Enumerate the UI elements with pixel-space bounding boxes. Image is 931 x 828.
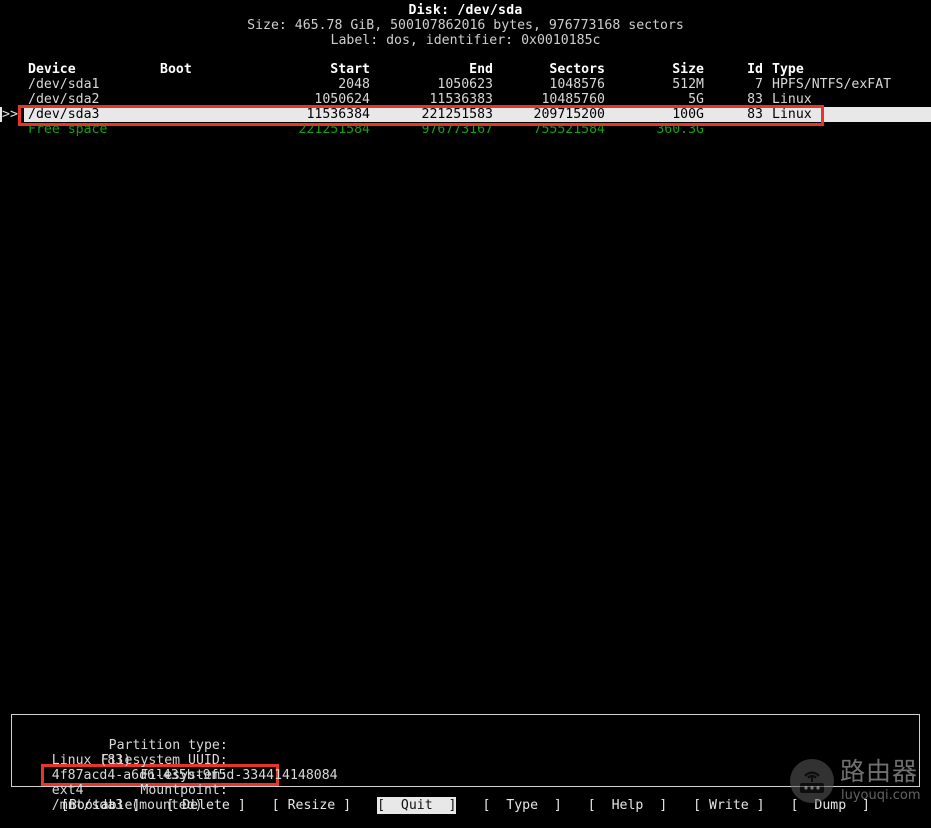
row-id: 7	[755, 77, 763, 92]
row-device: /dev/sda1	[28, 77, 100, 92]
row-device: /dev/sda3	[28, 107, 100, 122]
column-header-device: Device	[28, 62, 76, 77]
column-header-id: Id	[747, 62, 763, 77]
column-header-type: Type	[772, 62, 804, 77]
info-line-partition-type: Partition type: Linux (83)	[20, 723, 640, 768]
menu-item-resize[interactable]: [ Resize ]	[272, 797, 351, 814]
row-sectors: 209715200	[533, 107, 605, 122]
row-start: 11536384	[306, 107, 370, 122]
column-header-end: End	[469, 62, 493, 77]
disk-size-line: Size: 465.78 GiB, 500107862016 bytes, 97…	[247, 18, 684, 33]
row-device: /dev/sda2	[28, 92, 100, 107]
table-row[interactable]: /dev/sda1 2048 1050623 1048576 512M 7 HP…	[0, 77, 931, 92]
column-header-size: Size	[672, 62, 704, 77]
row-type: Linux	[772, 107, 812, 122]
table-header-row: Device Boot Start End Sectors Size Id Ty…	[0, 62, 931, 77]
row-end: 221251583	[421, 107, 493, 122]
table-row[interactable]: /dev/sda2 1050624 11536383 10485760 5G 8…	[0, 92, 931, 107]
row-id: 83	[747, 92, 763, 107]
row-type: Linux	[772, 92, 812, 107]
partition-table: Device Boot Start End Sectors Size Id Ty…	[0, 62, 931, 137]
info-line-mountpoint: Mountpoint: /mnt/sda3 (mounted)	[20, 768, 640, 813]
row-sectors: 755521584	[533, 122, 605, 137]
info-label-mountpoint: Mountpoint:	[140, 783, 228, 798]
disk-label-line: Label: dos, identifier: 0x0010185c	[330, 33, 601, 48]
menu-item-bootable[interactable]: [Bootable]	[61, 797, 140, 814]
row-sectors: 10485760	[541, 92, 605, 107]
menu-bar: [Bootable] [ Delete ] [ Resize ] [ Quit …	[0, 797, 931, 814]
disk-header: Disk: /dev/sda Size: 465.78 GiB, 5001078…	[0, 3, 931, 48]
row-sectors: 1048576	[549, 77, 605, 92]
row-size: 512M	[672, 77, 704, 92]
menu-item-help[interactable]: [ Help ]	[588, 797, 667, 814]
partition-info-box: Partition type: Linux (83) Filesystem UU…	[11, 714, 920, 813]
row-start: 2048	[338, 77, 370, 92]
row-end: 1050623	[437, 77, 493, 92]
row-id: 83	[747, 107, 763, 122]
menu-item-type[interactable]: [ Type ]	[482, 797, 561, 814]
column-header-start: Start	[330, 62, 370, 77]
column-header-boot: Boot	[160, 62, 192, 77]
column-header-sectors: Sectors	[549, 62, 605, 77]
disk-title: Disk: /dev/sda	[408, 3, 523, 18]
info-line-filesystem: Filesystem: ext4	[20, 753, 640, 798]
row-size: 5G	[688, 92, 704, 107]
row-cursor-marker: >>	[2, 107, 24, 122]
info-line-filesystem-uuid: Filesystem UUID: 4f87acd4-a6d6-435b-9f5d…	[20, 738, 640, 783]
menu-item-quit[interactable]: [ Quit ]	[377, 797, 457, 814]
table-row-free-space[interactable]: Free space 221251584 976773167 755521584…	[0, 122, 931, 137]
menu-item-dump[interactable]: [ Dump ]	[791, 797, 870, 814]
row-size: 360.3G	[656, 122, 704, 137]
menu-item-delete[interactable]: [ Delete ]	[166, 797, 245, 814]
row-start: 1050624	[314, 92, 370, 107]
row-size: 100G	[672, 107, 704, 122]
table-row-selected[interactable]: >> /dev/sda3 11536384 221251583 20971520…	[0, 107, 931, 122]
row-device: Free space	[28, 122, 108, 137]
row-end: 11536383	[429, 92, 493, 107]
menu-item-write[interactable]: [ Write ]	[693, 797, 764, 814]
row-type: HPFS/NTFS/exFAT	[772, 77, 892, 92]
row-start: 221251584	[298, 122, 370, 137]
row-end: 976773167	[421, 122, 493, 137]
